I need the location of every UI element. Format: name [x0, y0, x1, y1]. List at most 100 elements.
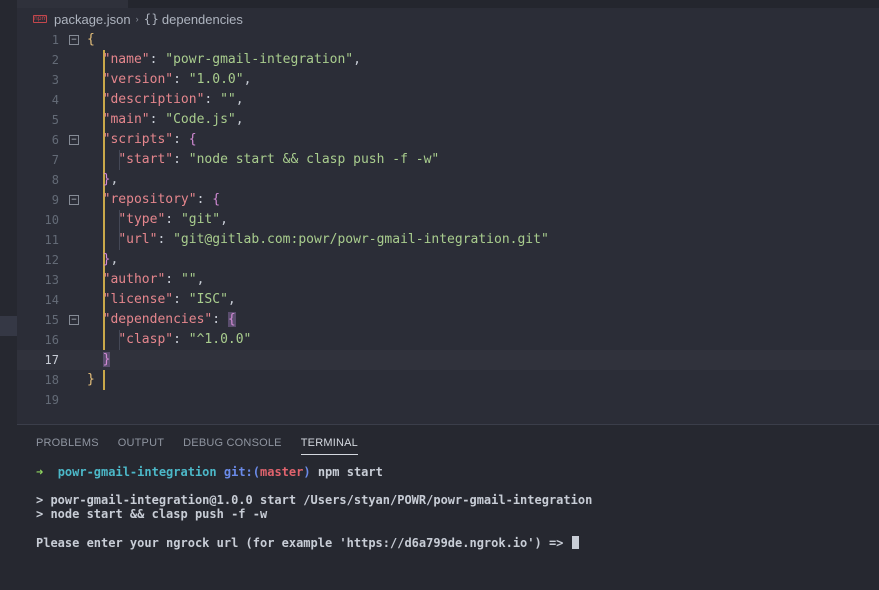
prompt-git-close: ) [303, 465, 311, 479]
code-editor[interactable]: 1 − { 2 "name": "powr-gmail-integration"… [17, 30, 879, 424]
prompt-git-label: git:( [223, 465, 260, 479]
line-number: 17 [44, 353, 59, 367]
json-value: "ISC" [188, 292, 228, 307]
code-line[interactable]: 11 "url": "git@gitlab.com:powr/powr-gmai… [17, 230, 879, 250]
json-key: "url" [118, 232, 158, 247]
json-key: "name" [102, 52, 150, 67]
json-brace: } [87, 372, 95, 387]
code-line[interactable]: 3 "version": "1.0.0", [17, 70, 879, 90]
prompt-branch: master [260, 465, 304, 479]
line-number: 3 [51, 73, 59, 87]
terminal-output-line: > node start && clasp push -f -w [36, 507, 268, 521]
json-value: "^1.0.0" [188, 332, 252, 347]
code-line[interactable]: 9 − "repository": { [17, 190, 879, 210]
line-number: 9 [51, 193, 59, 207]
panel-tabs: PROBLEMS OUTPUT DEBUG CONSOLE TERMINAL [36, 435, 377, 455]
json-key: "clasp" [118, 332, 174, 347]
prompt-dir: powr-gmail-integration [57, 465, 217, 479]
line-number: 10 [44, 213, 59, 227]
code-line[interactable]: 14 "license": "ISC", [17, 290, 879, 310]
json-value: "git@gitlab.com:powr/powr-gmail-integrat… [173, 232, 549, 247]
braces-icon: {} [143, 12, 159, 26]
code-line[interactable]: 13 "author": "", [17, 270, 879, 290]
terminal-command: npm start [317, 465, 383, 479]
line-number: 13 [44, 273, 59, 287]
code-line[interactable]: 7 "start": "node start && clasp push -f … [17, 150, 879, 170]
json-key: "author" [102, 272, 166, 287]
tab-output[interactable]: OUTPUT [118, 435, 164, 455]
code-line[interactable]: 6 − "scripts": { [17, 130, 879, 150]
code-line[interactable]: 10 "type": "git", [17, 210, 879, 230]
code-line[interactable]: 2 "name": "powr-gmail-integration", [17, 50, 879, 70]
code-line[interactable]: 8 }, [17, 170, 879, 190]
line-number: 11 [44, 233, 59, 247]
code-line[interactable]: 19 [17, 390, 879, 410]
json-key: "start" [118, 152, 174, 167]
json-brace-matched: { [227, 312, 236, 327]
line-number: 1 [51, 33, 59, 47]
chevron-right-icon: › [135, 14, 139, 24]
npm-icon: npm [33, 15, 48, 23]
line-number: 6 [51, 133, 59, 147]
activity-highlight [0, 316, 17, 336]
json-value: "1.0.0" [188, 72, 244, 87]
json-brace: { [212, 192, 221, 207]
line-number: 7 [51, 153, 59, 167]
json-key: "type" [118, 212, 166, 227]
line-number: 15 [44, 313, 59, 327]
active-tab-edge[interactable] [17, 0, 128, 8]
fold-icon[interactable]: − [69, 315, 79, 325]
terminal-cursor [571, 536, 579, 549]
line-number: 14 [44, 293, 59, 307]
json-brace: { [188, 132, 197, 147]
line-number: 2 [51, 53, 59, 67]
code-line[interactable]: 16 "clasp": "^1.0.0" [17, 330, 879, 350]
terminal-output-line: > powr-gmail-integration@1.0.0 start /Us… [36, 493, 593, 507]
json-value: "powr-gmail-integration" [165, 52, 354, 67]
tab-strip [17, 0, 879, 8]
code-line[interactable]: 18 } [17, 370, 879, 390]
json-value: "Code.js" [165, 112, 236, 127]
line-number: 16 [44, 333, 59, 347]
json-key: "description" [102, 92, 205, 107]
line-number: 18 [44, 373, 59, 387]
line-number: 4 [51, 93, 59, 107]
json-brace-matched: } [102, 352, 111, 367]
code-line[interactable]: 1 − { [17, 30, 879, 50]
code-line[interactable]: 5 "main": "Code.js", [17, 110, 879, 130]
tab-terminal[interactable]: TERMINAL [300, 435, 358, 455]
code-line-current[interactable]: 17 } [17, 350, 879, 370]
json-key: "license" [102, 292, 174, 307]
fold-icon[interactable]: − [69, 135, 79, 145]
breadcrumb-symbol[interactable]: dependencies [162, 12, 243, 27]
terminal-prompt-text: Please enter your ngrock url (for exampl… [36, 536, 571, 550]
code-line[interactable]: 4 "description": "", [17, 90, 879, 110]
terminal-prompt-line[interactable]: ➜ powr-gmail-integration git:(master) np… [36, 466, 383, 479]
fold-icon[interactable]: − [69, 35, 79, 45]
fold-icon[interactable]: − [69, 195, 79, 205]
json-brace: { [87, 32, 95, 47]
bottom-panel: PROBLEMS OUTPUT DEBUG CONSOLE TERMINAL ➜… [17, 424, 879, 590]
tab-debug-console[interactable]: DEBUG CONSOLE [183, 435, 282, 455]
breadcrumb: npm package.json › {} dependencies [17, 8, 879, 30]
code-line[interactable]: 12 }, [17, 250, 879, 270]
json-key: "version" [102, 72, 174, 87]
json-value: "git" [180, 212, 221, 227]
line-number: 19 [44, 393, 59, 407]
breadcrumb-file[interactable]: package.json [54, 12, 131, 27]
json-value: "node start && clasp push -f -w" [188, 152, 440, 167]
terminal-input-line[interactable]: Please enter your ngrock url (for exampl… [36, 536, 579, 550]
line-number: 5 [51, 113, 59, 127]
json-key: "scripts" [102, 132, 174, 147]
json-value: "" [180, 272, 197, 287]
line-number: 8 [51, 173, 59, 187]
json-key: "dependencies" [102, 312, 213, 327]
json-key: "repository" [102, 192, 197, 207]
tab-problems[interactable]: PROBLEMS [36, 435, 99, 455]
code-line[interactable]: 15 − "dependencies": { [17, 310, 879, 330]
line-number: 12 [44, 253, 59, 267]
json-value: "" [220, 92, 236, 107]
json-key: "main" [102, 112, 150, 127]
activity-bar [0, 0, 17, 590]
prompt-arrow-icon: ➜ [36, 465, 44, 479]
